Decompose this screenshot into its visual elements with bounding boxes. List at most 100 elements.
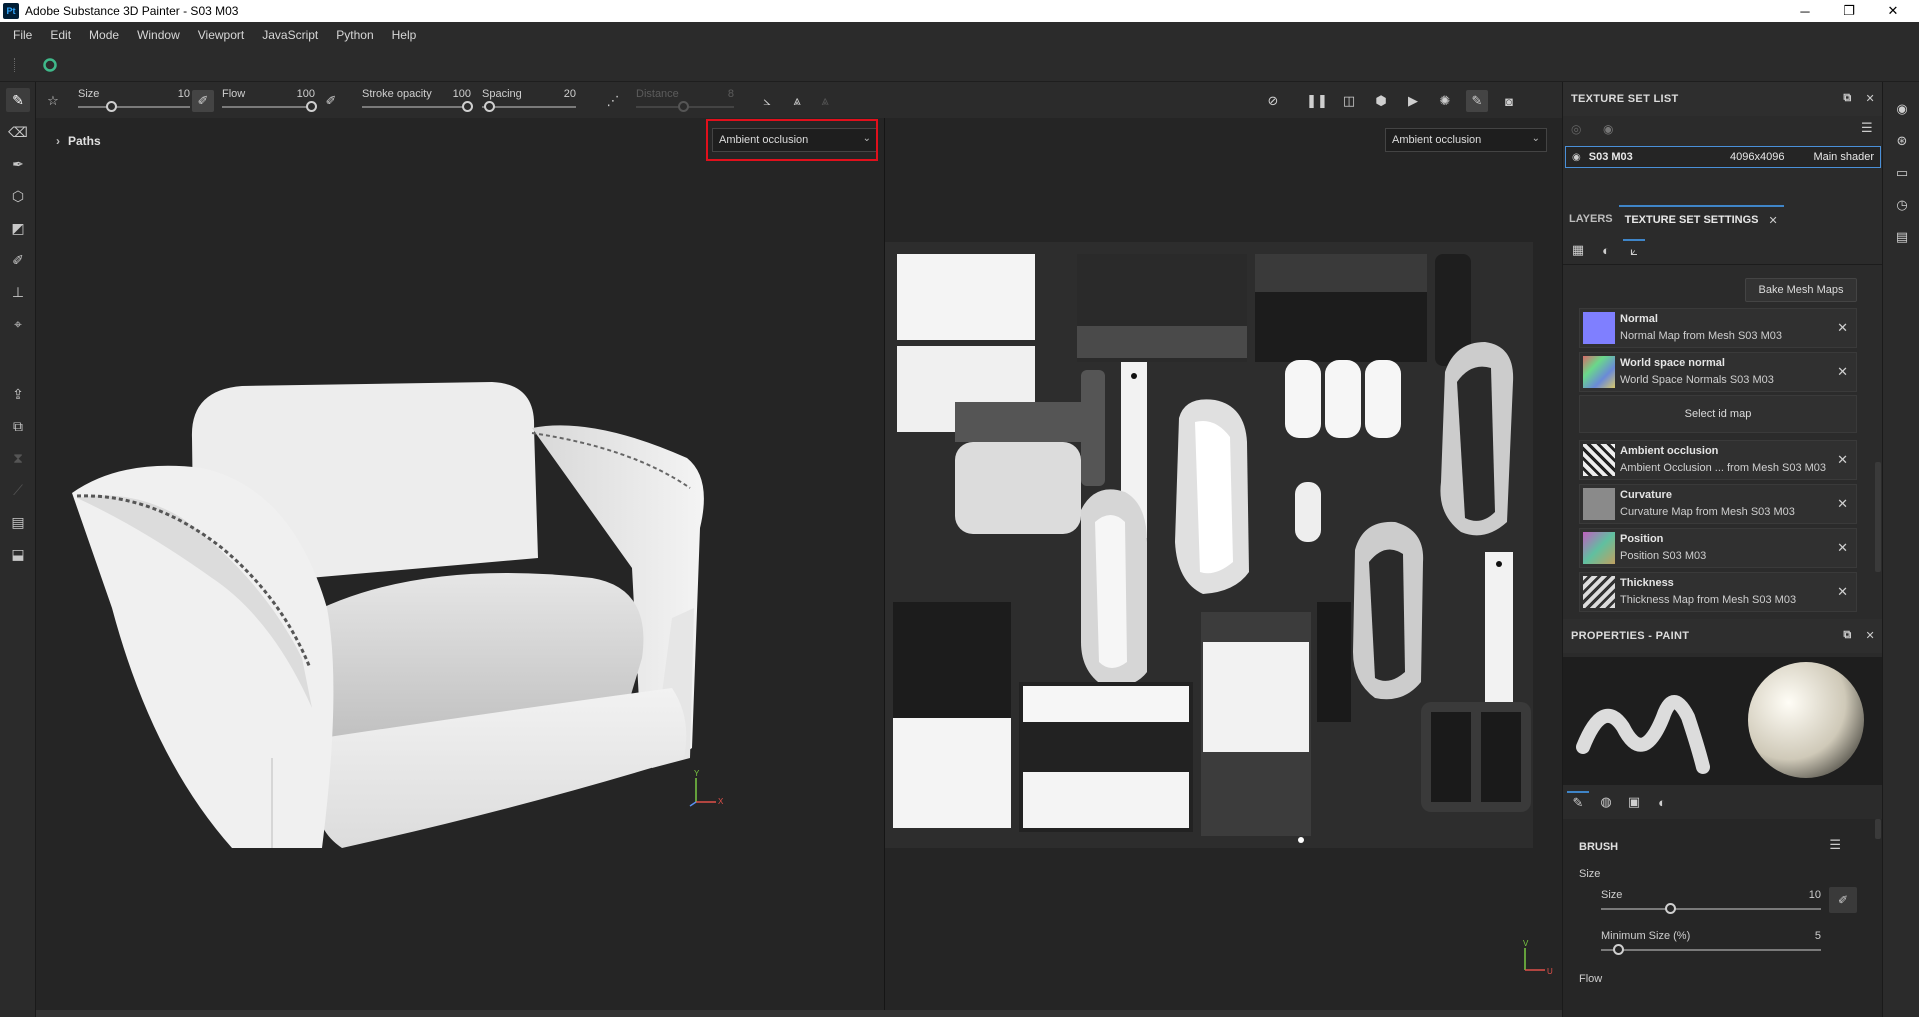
map-item-normal[interactable]: Normal Normal Map from Mesh S03 M03 ✕ — [1579, 308, 1857, 348]
select-id-map-button[interactable]: Select id map — [1579, 395, 1857, 433]
mesh-maps-icon[interactable]: ⟀ — [1623, 239, 1645, 261]
line-angle-icon[interactable]: ⦣ — [756, 90, 778, 112]
eye-icon[interactable]: ◉ — [1572, 152, 1581, 163]
tab-layers[interactable]: LAYERS — [1563, 205, 1619, 233]
menu-lines-icon[interactable]: ☰ — [1861, 120, 1873, 136]
brush-preview — [1563, 657, 1883, 787]
spacing-slider[interactable]: Spacing 20 — [482, 86, 576, 114]
remove-map-icon[interactable]: ✕ — [1837, 320, 1848, 336]
remove-map-icon[interactable]: ✕ — [1837, 540, 1848, 556]
paint-mode-icon[interactable]: ✎ — [1466, 90, 1488, 112]
settings-panel-icon[interactable]: ▦ — [1567, 239, 1589, 261]
plugin-strip — [0, 48, 1919, 82]
pen-pressure-icon[interactable]: ✐ — [1829, 887, 1857, 913]
export-icon[interactable]: ⇪ — [6, 382, 30, 406]
shader-settings-icon[interactable]: ⊛ — [1891, 130, 1913, 152]
menu-viewport[interactable]: Viewport — [189, 28, 253, 42]
properties-header: PROPERTIES - PAINT ⧉ ✕ — [1563, 619, 1883, 653]
menu-javascript[interactable]: JavaScript — [253, 28, 327, 42]
remove-map-icon[interactable]: ✕ — [1837, 584, 1848, 600]
minimize-button[interactable]: ─ — [1783, 0, 1827, 22]
bake-icon[interactable]: ⧉ — [6, 414, 30, 438]
distance-slider[interactable]: Distance 8 — [636, 86, 734, 114]
symmetry-off-icon[interactable]: ⩓ — [814, 90, 836, 112]
eraser-icon[interactable]: ⌫ — [6, 120, 30, 144]
material-icon[interactable]: ◐ — [1595, 239, 1617, 261]
paint-brush-icon[interactable]: ✎ — [6, 88, 30, 112]
screenshot-icon[interactable]: ◙ — [1498, 90, 1520, 112]
uv-icon[interactable]: ⟋ — [6, 478, 30, 502]
map-item-thickness[interactable]: Thickness Thickness Map from Mesh S03 M0… — [1579, 572, 1857, 612]
menu-help[interactable]: Help — [383, 28, 426, 42]
cube-open-icon[interactable]: ⬓ — [6, 542, 30, 566]
smudge-icon[interactable]: ✐ — [6, 248, 30, 272]
channel-dropdown-2d[interactable]: Ambient occlusion ⌄ — [1385, 128, 1547, 152]
stroke-opacity-slider[interactable]: Stroke opacity 100 — [362, 86, 473, 114]
remove-map-icon[interactable]: ✕ — [1837, 452, 1848, 468]
map-item-position[interactable]: Position Position S03 M03 ✕ — [1579, 528, 1857, 568]
menu-edit[interactable]: Edit — [41, 28, 80, 42]
menu-mode[interactable]: Mode — [80, 28, 128, 42]
geometry-fill-icon[interactable]: ⬡ — [6, 184, 30, 208]
log-icon[interactable]: ▤ — [1891, 226, 1913, 248]
map-item-ambient-occlusion[interactable]: Ambient occlusion Ambient Occlusion ... … — [1579, 440, 1857, 480]
map-item-curvature[interactable]: Curvature Curvature Map from Mesh S03 M0… — [1579, 484, 1857, 524]
menu-python[interactable]: Python — [327, 28, 382, 42]
undock-icon[interactable]: ⧉ — [1843, 92, 1851, 105]
camera-video-icon[interactable]: ▶ — [1402, 90, 1424, 112]
pen-pressure-size-icon[interactable]: ✐ — [192, 90, 214, 112]
bake-mesh-maps-button[interactable]: Bake Mesh Maps — [1745, 278, 1857, 302]
flow-slider[interactable]: Flow 100 — [222, 86, 317, 114]
viewport-3d[interactable]: › Paths Ambient occlusion ⌄ Y X — [36, 118, 884, 1010]
material-tab-icon[interactable]: ◐ — [1651, 791, 1673, 813]
projection-icon[interactable]: ✒ — [6, 152, 30, 176]
pause-icon[interactable]: ❚❚ — [1306, 90, 1328, 112]
view-cube-icon[interactable]: ⬢ — [1370, 90, 1392, 112]
undock-icon[interactable]: ⧉ — [1843, 629, 1851, 642]
alpha-tab-icon[interactable]: ◍ — [1595, 791, 1617, 813]
minimum-size-slider[interactable]: Minimum Size (%) 5 — [1601, 930, 1821, 960]
remove-map-icon[interactable]: ✕ — [1837, 364, 1848, 380]
clone-stamp-icon[interactable]: ⊥ — [6, 280, 30, 304]
tab-texture-set-settings[interactable]: TEXTURE SET SETTINGS ✕ — [1618, 205, 1784, 233]
assets-icon[interactable]: ▭ — [1891, 162, 1913, 184]
size-slider[interactable]: Size 10 — [78, 86, 190, 114]
hourglass-icon[interactable]: ⧗ — [6, 446, 30, 470]
plugin-ring-icon[interactable] — [42, 57, 58, 73]
close-panel-icon[interactable]: ✕ — [1865, 92, 1875, 105]
split-view-icon[interactable]: ◫ — [1338, 90, 1360, 112]
stencil-tab-icon[interactable]: ▣ — [1623, 791, 1645, 813]
lighting-icon[interactable]: ✺ — [1434, 90, 1456, 112]
remove-map-icon[interactable]: ✕ — [1837, 496, 1848, 512]
properties-scrollbar[interactable] — [1875, 819, 1881, 839]
map-item-world-space-normal[interactable]: World space normal World Space Normals S… — [1579, 352, 1857, 392]
mesh-maps-scrollbar[interactable] — [1875, 462, 1881, 572]
menu-window[interactable]: Window — [128, 28, 189, 42]
brush-tab-icon[interactable]: ✎ — [1567, 791, 1589, 813]
close-tab-icon[interactable]: ✕ — [1768, 214, 1777, 227]
brush-menu-icon[interactable]: ☰ — [1829, 837, 1841, 853]
symmetry-icon[interactable]: ⩓ — [786, 90, 808, 112]
polygon-fill-icon[interactable]: ◩ — [6, 216, 30, 240]
panel-tabs: LAYERS TEXTURE SET SETTINGS ✕ — [1563, 205, 1883, 233]
paths-section[interactable]: › Paths — [56, 130, 356, 152]
color-picker-icon[interactable]: ⌖ — [6, 312, 30, 336]
axis-gizmo-3d: Y X — [689, 769, 724, 807]
visibility-off-icon[interactable]: ◎ — [1571, 122, 1581, 136]
maximize-button[interactable]: ❐ — [1827, 0, 1871, 22]
document-icon[interactable]: ▤ — [6, 510, 30, 534]
texture-set-row[interactable]: ◉ S03 M03 4096x4096 Main shader — [1565, 146, 1881, 168]
brush-size-slider[interactable]: Size 10 — [1601, 889, 1821, 919]
viewport-2d[interactable]: Ambient occlusion ⌄ V U — [885, 118, 1562, 1010]
close-window-button[interactable]: ✕ — [1871, 0, 1915, 22]
toolbar-grip-icon[interactable] — [14, 58, 18, 72]
hide-icon[interactable]: ⊘ — [1262, 90, 1284, 112]
menu-file[interactable]: File — [4, 28, 41, 42]
close-panel-icon[interactable]: ✕ — [1865, 629, 1875, 642]
eye-icon[interactable]: ◉ — [1603, 122, 1613, 136]
history-icon[interactable]: ◷ — [1891, 194, 1913, 216]
brush-preset-icon[interactable]: ☆ — [42, 90, 64, 112]
pen-pressure-flow-icon[interactable]: ✐ — [320, 90, 342, 112]
display-settings-icon[interactable]: ◉ — [1891, 98, 1913, 120]
lazy-mouse-icon[interactable]: ⋰ — [602, 90, 624, 112]
